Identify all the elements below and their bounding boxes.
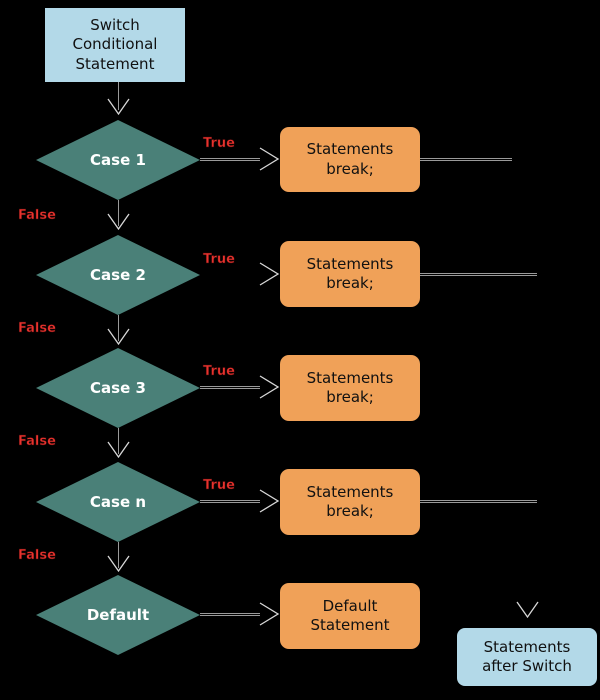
arrowhead-down-case1-to-case2 — [107, 213, 130, 231]
arrowhead-right-casen — [259, 489, 280, 513]
edge-label-false-case2: False — [18, 321, 56, 336]
edge-label-false-case1: False — [18, 208, 56, 223]
edge-label-true-case1: True — [203, 136, 235, 151]
arrowhead-right-case1 — [259, 147, 280, 171]
decision-node-case-1: Case 1 — [36, 120, 200, 200]
edge-label-true-case2: True — [203, 252, 235, 267]
flowchart-canvas: Switch Conditional Statement Case 1 True… — [0, 0, 600, 700]
arrowhead-down-case3-to-casen — [107, 441, 130, 459]
edge-label-false-case3: False — [18, 434, 56, 449]
exit-connector-casen — [420, 500, 537, 503]
edge-label-true-case3: True — [203, 364, 235, 379]
process-node-case2-statements: Statements break; — [280, 241, 420, 307]
process-node-case1-statements: Statements break; — [280, 127, 420, 192]
start-node-switch-conditional-statement: Switch Conditional Statement — [45, 8, 185, 82]
decision-node-default: Default — [36, 575, 200, 655]
edge-label-true-casen: True — [203, 478, 235, 493]
process-node-casen-statements: Statements break; — [280, 469, 420, 535]
decision-label: Case 2 — [90, 266, 146, 284]
decision-label: Default — [86, 606, 150, 624]
arrowhead-right-case3 — [259, 375, 280, 399]
arrowhead-down-casen-to-default — [107, 555, 130, 573]
decision-label: Case 1 — [90, 151, 146, 169]
process-node-case3-statements: Statements break; — [280, 355, 420, 421]
decision-node-case-3: Case 3 — [36, 348, 200, 428]
end-node-statements-after-switch: Statements after Switch — [457, 628, 597, 686]
connector-default-to-statement — [200, 613, 260, 616]
connector-casen-true — [200, 500, 260, 503]
exit-connector-case1 — [420, 158, 512, 161]
connector-case1-true — [200, 158, 260, 161]
decision-node-case-n: Case n — [36, 462, 200, 542]
process-node-default-statement: Default Statement — [280, 583, 420, 649]
exit-connector-case2 — [420, 273, 537, 276]
decision-label: Case 3 — [90, 379, 146, 397]
arrowhead-down-to-end-node — [516, 601, 539, 619]
arrowhead-down-start-to-case1 — [107, 98, 130, 116]
edge-label-false-casen: False — [18, 548, 56, 563]
arrowhead-right-case2 — [259, 262, 280, 286]
arrowhead-down-case2-to-case3 — [107, 328, 130, 346]
decision-label: Case n — [89, 493, 147, 511]
connector-case3-true — [200, 386, 260, 389]
arrowhead-right-default — [259, 602, 280, 626]
decision-node-case-2: Case 2 — [36, 235, 200, 315]
